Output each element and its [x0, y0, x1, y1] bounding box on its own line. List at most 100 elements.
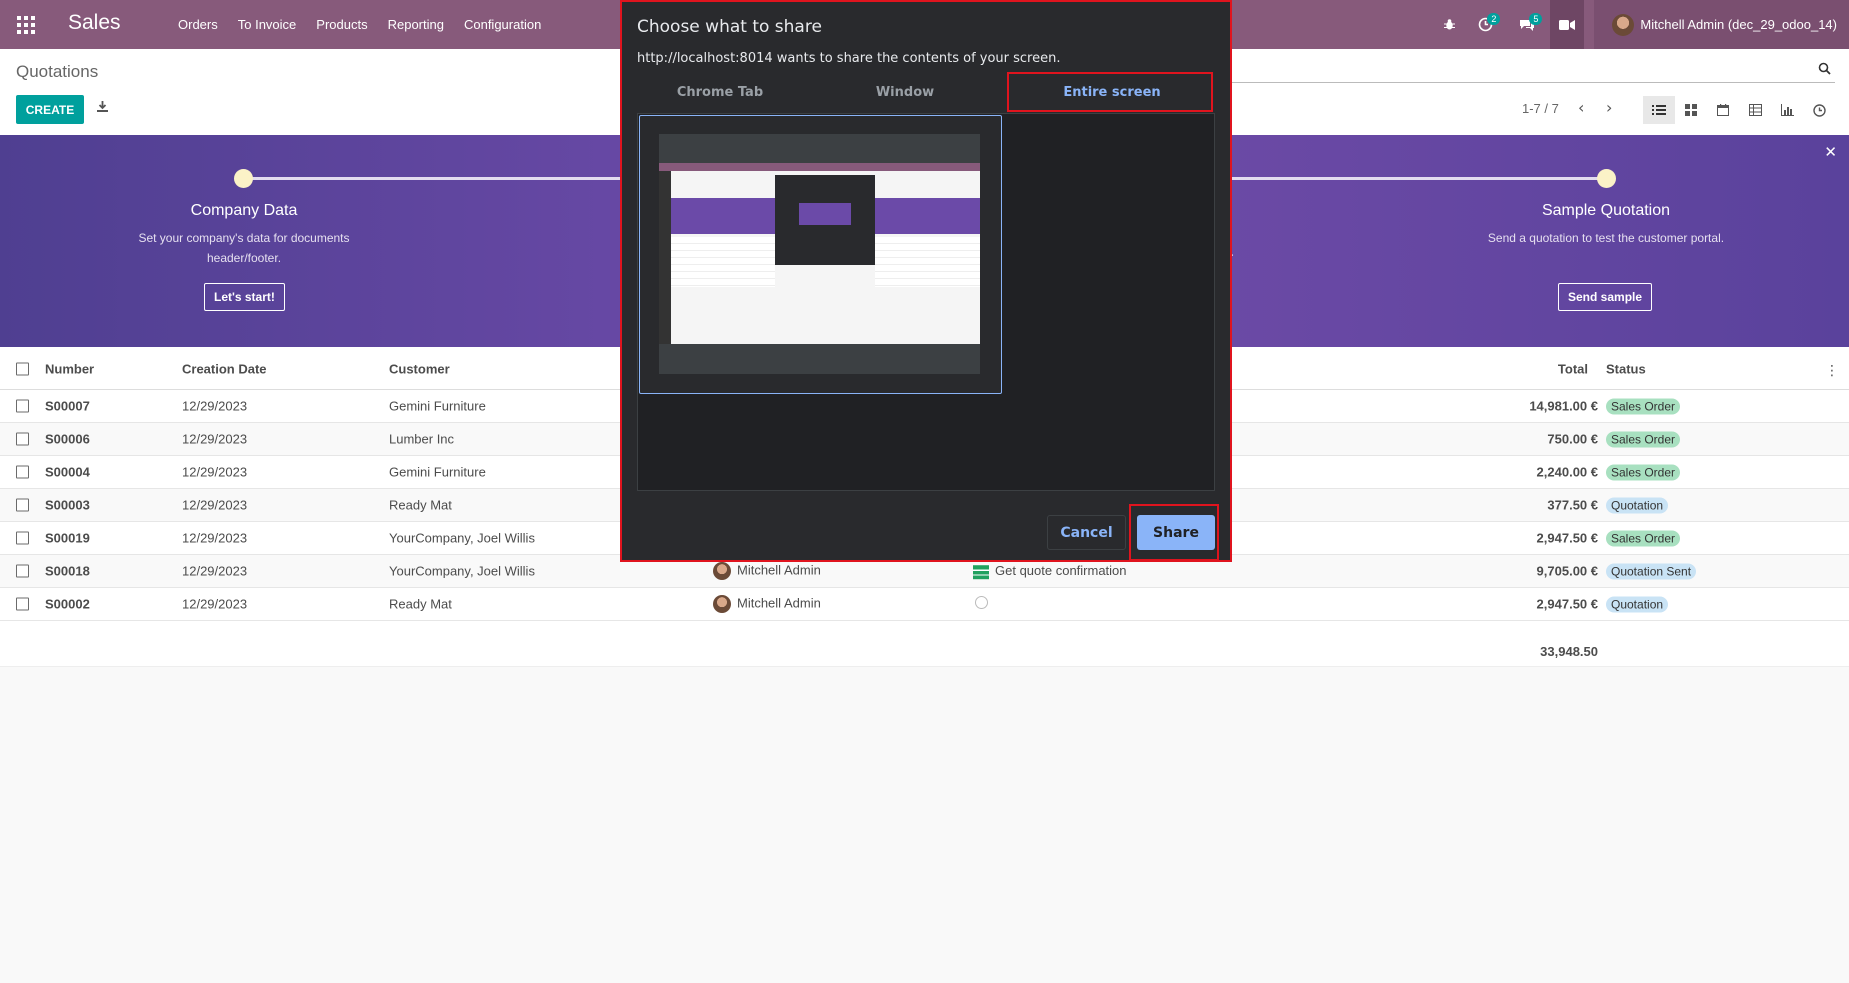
list-view-icon[interactable]	[1643, 96, 1675, 124]
activity-summary: Get quote confirmation	[995, 563, 1127, 579]
activity-list-icon	[973, 564, 989, 579]
debug-bug-icon[interactable]	[1434, 0, 1464, 49]
user-name: Mitchell Admin (dec_29_odoo_14)	[1640, 17, 1837, 32]
row-checkbox[interactable]	[16, 465, 29, 479]
status-badge: Sales Order	[1606, 398, 1681, 415]
select-all-checkbox[interactable]	[16, 362, 29, 376]
search-input[interactable]	[1230, 82, 1835, 83]
activity-clock-icon[interactable]: 2	[1470, 0, 1501, 49]
share-button[interactable]: Share	[1137, 515, 1215, 550]
row-total: 2,240.00 €	[1536, 464, 1598, 480]
optional-columns-icon[interactable]: ⋮	[1825, 363, 1839, 379]
messages-icon[interactable]: 5	[1512, 0, 1543, 49]
row-date: 12/29/2023	[182, 563, 248, 579]
row-total: 2,947.50 €	[1536, 530, 1598, 546]
row-total: 750.00 €	[1547, 431, 1598, 447]
graph-view-icon[interactable]	[1771, 96, 1803, 124]
row-date: 12/29/2023	[182, 530, 248, 546]
column-customer[interactable]: Customer	[389, 362, 450, 377]
salesperson-name: Mitchell Admin	[737, 595, 821, 611]
menu-products[interactable]: Products	[306, 17, 377, 32]
screen-thumbnail	[659, 134, 980, 374]
menu-reporting[interactable]: Reporting	[378, 17, 454, 32]
row-checkbox[interactable]	[16, 399, 29, 413]
pager-previous-icon[interactable]: ‹	[1578, 98, 1584, 117]
row-total: 377.50 €	[1547, 497, 1598, 513]
row-date: 12/29/2023	[182, 431, 248, 447]
activity-badge: 2	[1487, 13, 1501, 25]
page-title: Quotations	[16, 62, 99, 81]
status-badge: Sales Order	[1606, 530, 1681, 547]
row-date: 12/29/2023	[182, 398, 248, 414]
kanban-view-icon[interactable]	[1675, 96, 1707, 124]
step-dot	[1597, 169, 1616, 188]
status-badge: Sales Order	[1606, 431, 1681, 448]
row-checkbox[interactable]	[16, 531, 29, 545]
activity-view-icon[interactable]	[1803, 96, 1835, 124]
progress-line	[243, 177, 620, 180]
app-brand[interactable]: Sales	[68, 11, 121, 35]
row-number: S00003	[45, 497, 90, 513]
step-dot	[234, 169, 253, 188]
tab-window[interactable]: Window	[822, 72, 988, 112]
menu-configuration[interactable]: Configuration	[454, 17, 551, 32]
video-camera-icon[interactable]	[1550, 0, 1585, 49]
status-badge: Sales Order	[1606, 464, 1681, 481]
screen-share-dialog: Choose what to share http://localhost:80…	[620, 0, 1232, 562]
pager-next-icon[interactable]: ›	[1606, 98, 1612, 117]
dialog-subtitle: http://localhost:8014 wants to share the…	[637, 51, 1061, 66]
send-sample-button[interactable]: Send sample	[1558, 283, 1653, 311]
close-icon[interactable]: ✕	[1824, 143, 1837, 161]
row-checkbox[interactable]	[16, 498, 29, 512]
column-creation-date[interactable]: Creation Date	[182, 362, 267, 377]
column-status[interactable]: Status	[1606, 362, 1646, 377]
row-total: 2,947.50 €	[1536, 596, 1598, 612]
apps-menu-icon[interactable]	[17, 16, 35, 34]
pager-value[interactable]: 1-7 / 7	[1522, 101, 1559, 116]
progress-line	[1232, 177, 1607, 180]
status-badge: Quotation	[1606, 596, 1669, 613]
row-total: 14,981.00 €	[1529, 398, 1598, 414]
row-checkbox[interactable]	[16, 597, 29, 611]
user-avatar	[1612, 13, 1635, 36]
row-number: S00018	[45, 563, 90, 579]
menu-orders[interactable]: Orders	[168, 17, 228, 32]
entire-screen-highlight	[1007, 72, 1213, 112]
step-title: Company Data	[190, 202, 298, 219]
step-description: Send a quotation to test the customer po…	[1487, 231, 1725, 245]
cancel-button[interactable]: Cancel	[1047, 515, 1126, 550]
step-title: Sample Quotation	[1541, 202, 1671, 219]
empty-area	[0, 666, 1849, 983]
table-row[interactable]: S00002 12/29/2023 Ready Mat Mitchell Adm…	[0, 588, 1849, 621]
row-checkbox[interactable]	[16, 564, 29, 578]
row-activity[interactable]: Get quote confirmation	[973, 563, 1127, 579]
row-customer: YourCompany, Joel Willis	[389, 563, 535, 579]
row-customer: Lumber Inc	[389, 431, 455, 447]
search-icon[interactable]	[1818, 62, 1831, 79]
row-salesperson: Mitchell Admin	[713, 595, 821, 613]
step-description: Set your company's data for documents he…	[138, 231, 350, 265]
row-salesperson: Mitchell Admin	[713, 562, 821, 580]
row-customer: YourCompany, Joel Willis	[389, 530, 535, 546]
row-number: S00006	[45, 431, 90, 447]
screen-thumbnail-card[interactable]	[639, 115, 1002, 394]
menu-to-invoice[interactable]: To Invoice	[228, 17, 307, 32]
pivot-view-icon[interactable]	[1739, 96, 1771, 124]
user-menu[interactable]: Mitchell Admin (dec_29_odoo_14)	[1594, 0, 1849, 49]
salesperson-avatar	[713, 562, 731, 580]
row-date: 12/29/2023	[182, 497, 248, 513]
row-checkbox[interactable]	[16, 432, 29, 446]
download-icon[interactable]	[96, 100, 110, 116]
status-badge: Quotation	[1606, 497, 1669, 514]
column-number[interactable]: Number	[45, 362, 94, 377]
calendar-view-icon[interactable]	[1707, 96, 1739, 124]
lets-start-button[interactable]: Let's start!	[204, 283, 285, 311]
create-button[interactable]: CREATE	[16, 95, 84, 124]
activity-clock-icon[interactable]	[975, 596, 988, 609]
column-total[interactable]: Total	[1530, 362, 1588, 377]
row-customer: Ready Mat	[389, 497, 452, 513]
navbar-right: 2 5 Mitchell Admin (dec_29_odoo_14)	[1434, 0, 1849, 49]
source-list-panel	[637, 113, 1215, 491]
row-activity[interactable]	[975, 596, 988, 612]
tab-chrome-tab[interactable]: Chrome Tab	[637, 72, 803, 112]
